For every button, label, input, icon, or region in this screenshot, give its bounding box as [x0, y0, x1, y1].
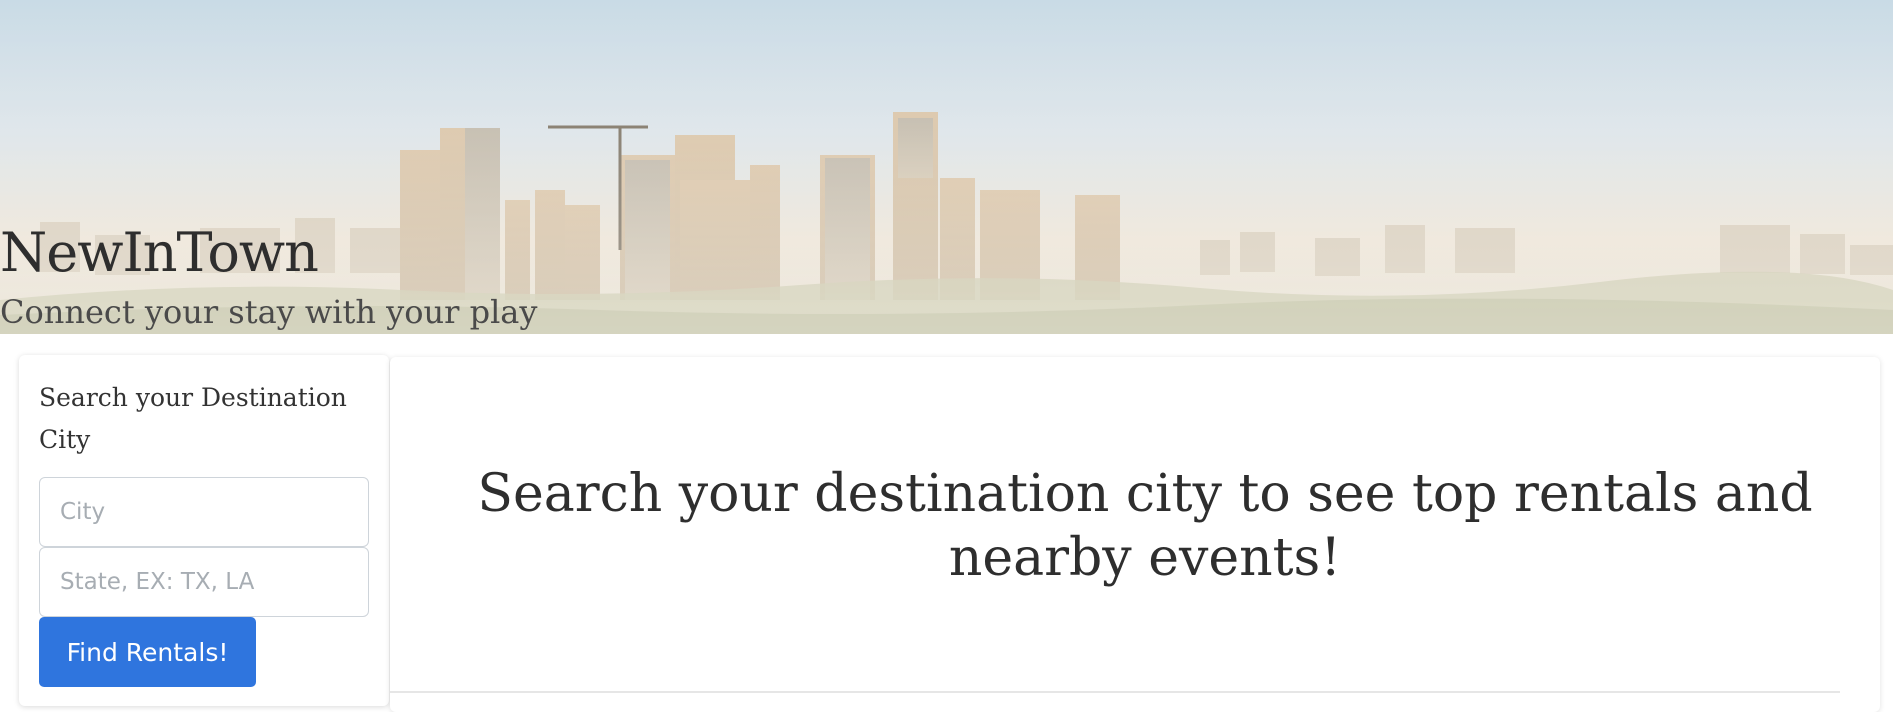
hero-banner: NewInTown Connect your stay with your pl…	[0, 0, 1893, 334]
search-panel: Search your Destination City Find Rental…	[19, 355, 389, 706]
site-tagline: Connect your stay with your play	[0, 293, 538, 331]
search-heading: Search your Destination City	[39, 383, 347, 454]
city-input[interactable]	[39, 477, 369, 547]
state-input[interactable]	[39, 547, 369, 617]
site-title: NewInTown	[0, 221, 319, 284]
results-panel: Search your destination city to see top …	[390, 357, 1880, 712]
results-heading: Search your destination city to see top …	[477, 464, 1813, 588]
find-rentals-button[interactable]: Find Rentals!	[39, 617, 256, 687]
divider	[390, 691, 1840, 693]
